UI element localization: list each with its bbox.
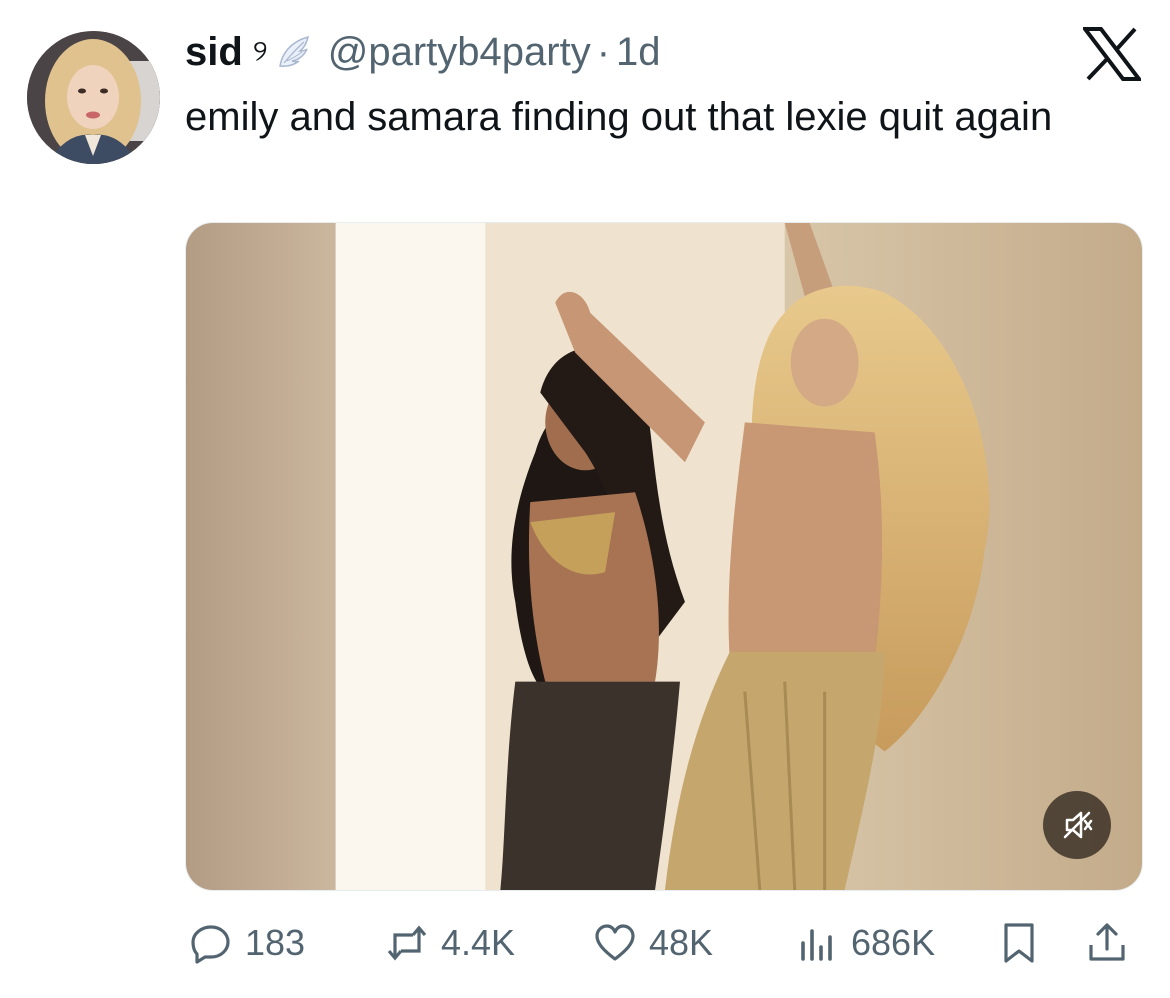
views-button[interactable]: 686K [795,918,935,968]
reply-count: 183 [245,922,306,963]
repost-count: 4.4K [441,922,516,963]
mute-button[interactable] [1043,791,1111,859]
like-count: 48K [649,922,714,963]
muted-speaker-icon [1063,811,1093,839]
x-logo-icon [1083,27,1141,81]
tweet-timestamp[interactable]: 1d [616,30,661,75]
like-button[interactable]: 48K [593,918,713,968]
tweet-header: sid ୨ @partyb4party · 1d [185,28,661,76]
views-icon [801,929,832,961]
wing-emoji-icon [278,35,309,67]
tweet-actions: 183 4.4K 48K 686K [185,918,1135,968]
user-handle[interactable]: @partyb4party [328,30,591,75]
reply-icon [191,925,230,964]
display-name[interactable]: sid [185,30,243,75]
name-emoji: ୨ [252,35,268,68]
separator-dot: · [596,29,611,74]
tweet-video[interactable] [185,222,1143,891]
share-icon[interactable] [1085,921,1129,965]
bookmark-icon[interactable] [997,921,1041,965]
repost-button[interactable]: 4.4K [385,918,515,968]
repost-icon [387,925,427,961]
reply-button[interactable]: 183 [189,918,305,968]
views-count: 686K [851,922,936,963]
heart-icon [595,924,635,961]
tweet-text: emily and samara finding out that lexie … [185,95,1053,139]
avatar[interactable] [27,31,160,164]
